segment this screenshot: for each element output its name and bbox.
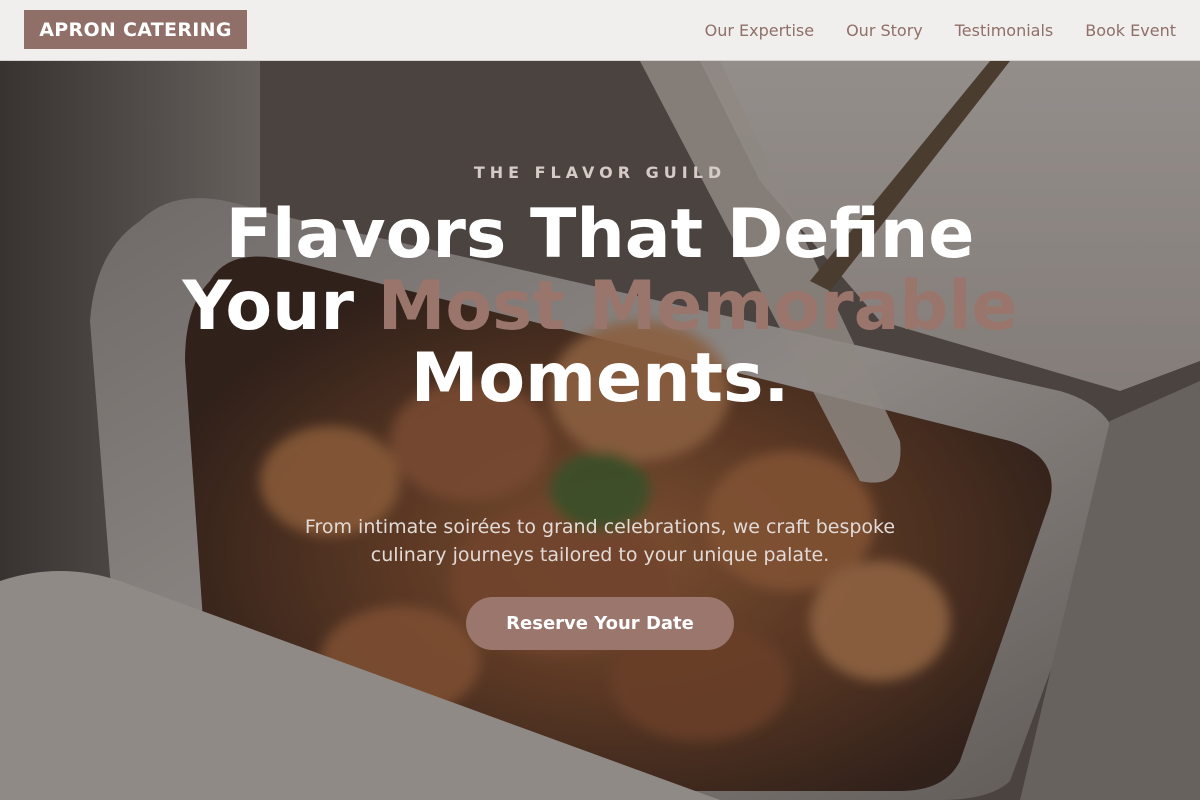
hero-subtext: From intimate soirées to grand celebrati…: [304, 516, 896, 566]
logo[interactable]: APRON CATERING: [24, 10, 247, 49]
headline-accent: Most Memorable: [377, 267, 1018, 346]
nav-link-our-story[interactable]: Our Story: [846, 21, 923, 40]
hero-headline: Flavors That Define Your Most Memorable …: [150, 199, 1050, 415]
site-header: APRON CATERING Our Expertise Our Story T…: [0, 0, 1200, 61]
page: APRON CATERING Our Expertise Our Story T…: [0, 0, 1200, 800]
hero-section: THE FLAVOR GUILD Flavors That Define You…: [0, 61, 1200, 800]
nav-link-book-event[interactable]: Book Event: [1085, 21, 1176, 40]
nav-link-testimonials[interactable]: Testimonials: [955, 21, 1054, 40]
headline-part-2: Moments.: [410, 339, 790, 418]
main-nav: Our Expertise Our Story Testimonials Boo…: [705, 0, 1176, 60]
nav-link-our-expertise[interactable]: Our Expertise: [705, 21, 814, 40]
hero-eyebrow: THE FLAVOR GUILD: [473, 163, 727, 182]
reserve-date-button[interactable]: Reserve Your Date: [466, 597, 734, 650]
